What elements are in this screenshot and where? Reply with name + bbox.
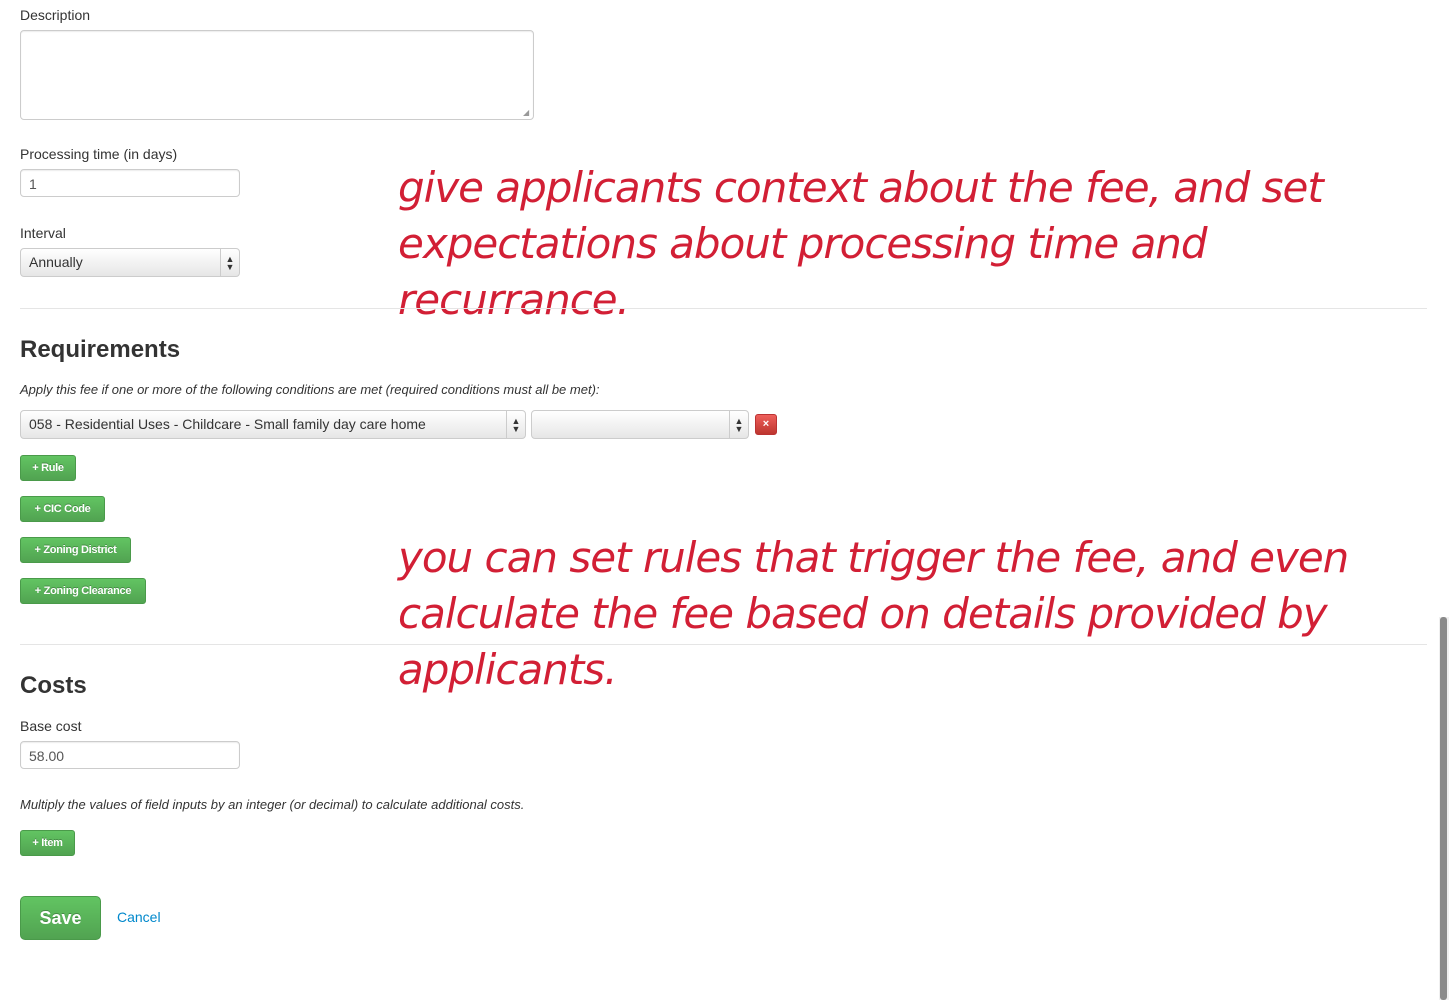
processing-time-label: Processing time (in days) [20, 146, 178, 162]
processing-time-input[interactable]: 1 [20, 169, 240, 197]
updown-arrows-icon: ▲ ▼ [506, 411, 525, 438]
costs-heading: Costs [20, 672, 87, 699]
section-divider [20, 644, 1427, 645]
annotation-context: give applicants context about the fee, a… [398, 160, 1398, 328]
annotation-line: give applicants context about the fee, a… [398, 163, 1324, 212]
add-item-button[interactable]: + Item [20, 830, 75, 856]
interval-label: Interval [20, 225, 66, 241]
resize-grip-icon[interactable]: ◢ [523, 109, 531, 117]
annotation-line: expectations about processing time and r… [398, 219, 1208, 324]
add-zoning-clearance-button[interactable]: + Zoning Clearance [20, 578, 146, 604]
close-icon: × [762, 418, 770, 430]
add-rule-button[interactable]: + Rule [20, 455, 76, 481]
interval-select-value: Annually [29, 254, 83, 270]
condition-select-value: 058 - Residential Uses - Childcare - Sma… [29, 416, 426, 432]
condition-select[interactable]: 058 - Residential Uses - Childcare - Sma… [20, 410, 526, 439]
annotation-line: applicants. [398, 645, 618, 694]
multiplier-note: Multiply the values of field inputs by a… [20, 797, 525, 812]
annotation-rules: you can set rules that trigger the fee, … [398, 530, 1398, 698]
cancel-link[interactable]: Cancel [117, 909, 161, 925]
add-zoning-district-button[interactable]: + Zoning District [20, 537, 131, 563]
section-divider [20, 308, 1427, 309]
base-cost-label: Base cost [20, 718, 82, 734]
updown-arrows-icon: ▲ ▼ [729, 411, 748, 438]
interval-select[interactable]: Annually ▲ ▼ [20, 248, 240, 277]
scrollbar-thumb[interactable] [1440, 617, 1447, 1000]
updown-arrows-icon: ▲ ▼ [220, 249, 239, 276]
requirements-heading: Requirements [20, 336, 181, 363]
base-cost-input[interactable]: 58.00 [20, 741, 240, 769]
annotation-line: calculate the fee based on details provi… [398, 589, 1328, 638]
description-textarea[interactable]: ◢ [20, 30, 534, 120]
description-label: Description [20, 7, 91, 23]
annotation-line: you can set rules that trigger the fee, … [398, 533, 1349, 582]
condition-value-select[interactable]: ▲ ▼ [531, 410, 749, 439]
remove-condition-button[interactable]: × [755, 414, 777, 435]
requirements-instruction: Apply this fee if one or more of the fol… [20, 382, 600, 397]
add-cic-code-button[interactable]: + CIC Code [20, 496, 105, 522]
save-button[interactable]: Save [20, 896, 101, 940]
